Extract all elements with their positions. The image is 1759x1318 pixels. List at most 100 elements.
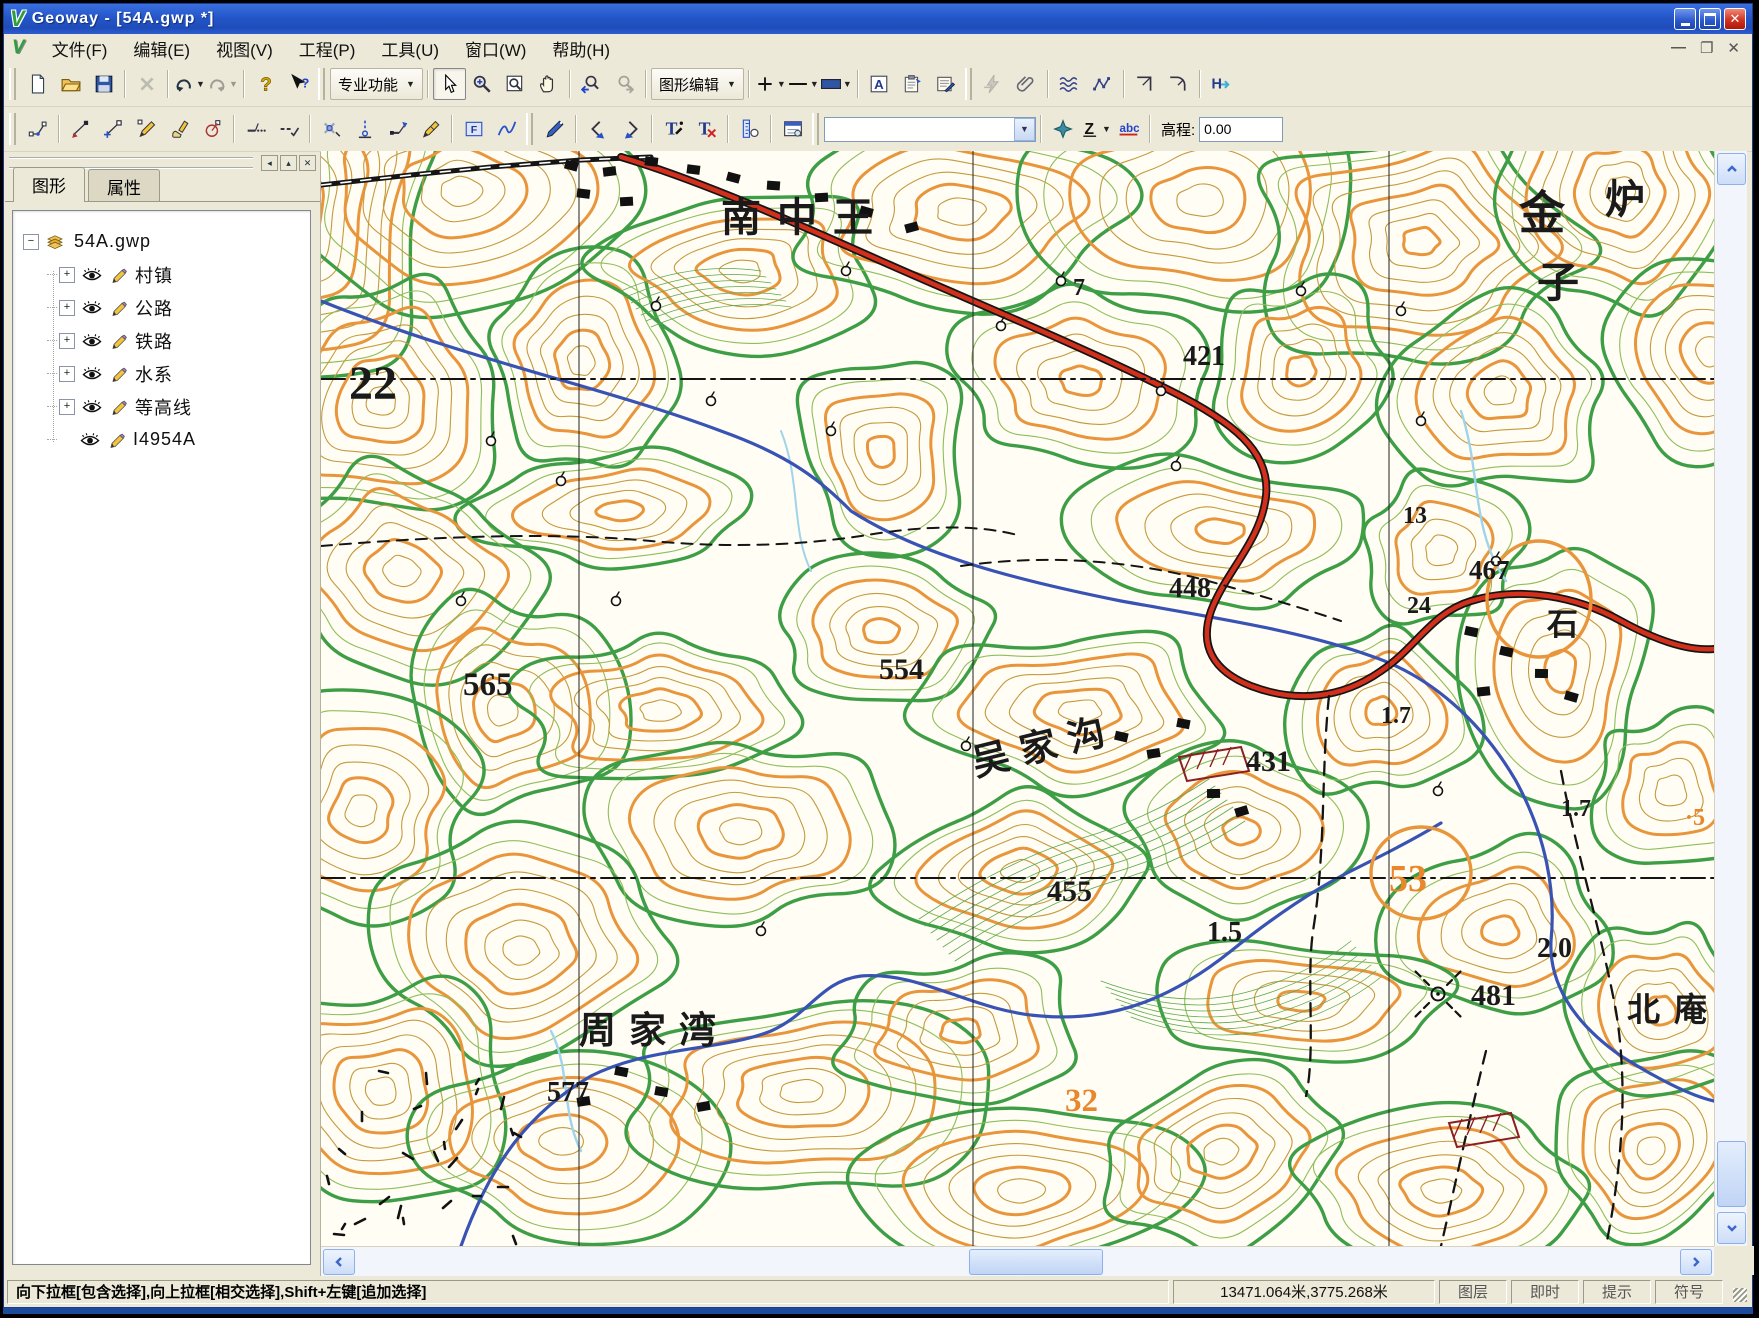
vscroll-thumb[interactable] (1717, 1141, 1746, 1207)
tree-layer-row-等高线[interactable]: +等高线 (23, 390, 306, 423)
prev-view-button[interactable] (575, 68, 608, 100)
resize-grip[interactable] (1727, 1280, 1749, 1304)
minimize-button[interactable] (1674, 8, 1696, 30)
tree-layer-row-公路[interactable]: +公路 (23, 291, 306, 324)
ink-pen-button[interactable] (538, 113, 571, 145)
pencil-icon[interactable] (109, 266, 127, 284)
h-shift-button[interactable]: H (1205, 68, 1238, 100)
tree-layer-row-I4954A[interactable]: I4954A (23, 423, 306, 456)
smooth-lines-button[interactable] (1053, 68, 1086, 100)
new-file-button[interactable] (21, 68, 54, 100)
dropdown-arrow-icon[interactable]: ▼ (196, 79, 205, 89)
eye-icon[interactable] (80, 365, 104, 382)
snap-point-button[interactable] (348, 113, 381, 145)
toolbar-grip[interactable] (965, 68, 972, 100)
select-tool-button[interactable] (433, 68, 466, 100)
dropdown-arrow-icon[interactable]: ▼ (1102, 124, 1111, 134)
toolbar-grip[interactable] (9, 113, 16, 145)
panel-close-button[interactable]: ✕ (299, 155, 316, 171)
tree-layer-row-村镇[interactable]: +村镇 (23, 258, 306, 291)
toolbar-grip[interactable] (9, 68, 16, 100)
link-button[interactable] (1010, 68, 1043, 100)
eye-icon[interactable] (80, 299, 104, 316)
undo-button[interactable]: ▼ (173, 68, 206, 100)
maximize-button[interactable] (1699, 8, 1721, 30)
mdi-close-button[interactable]: ✕ (1727, 39, 1740, 57)
point-style-button[interactable]: ▼ (754, 68, 787, 100)
dropdown-arrow-icon[interactable]: ▼ (406, 79, 415, 89)
tree-root-row[interactable]: −54A.gwp (23, 225, 306, 258)
arrow-extend-button[interactable] (381, 113, 414, 145)
graphic-edit-menu-button[interactable]: 图形编辑▼ (651, 68, 744, 100)
toolbar-grip[interactable] (318, 68, 325, 100)
pan-button[interactable] (532, 68, 565, 100)
context-help-button[interactable]: ? (282, 68, 315, 100)
pencil-icon[interactable] (107, 431, 125, 449)
open-file-button[interactable] (54, 68, 87, 100)
status-panel-2[interactable]: 即时 (1511, 1280, 1579, 1304)
hscroll-thumb[interactable] (969, 1249, 1103, 1275)
vertical-scrollbar[interactable] (1714, 151, 1747, 1246)
ruler-button[interactable] (733, 113, 766, 145)
text-style-button[interactable]: A (863, 68, 896, 100)
dropdown-arrow-icon[interactable]: ▼ (229, 79, 238, 89)
expand-box[interactable]: + (59, 267, 75, 283)
eye-icon[interactable] (78, 431, 102, 448)
expand-box[interactable]: + (59, 399, 75, 415)
curve-button[interactable] (490, 113, 523, 145)
panel-dock-left-button[interactable]: ◂ (261, 155, 278, 171)
pen-back-button[interactable] (581, 113, 614, 145)
panel-dock-up-button[interactable]: ▴ (280, 155, 297, 171)
pen-edit-button[interactable] (414, 113, 447, 145)
save-button[interactable] (87, 68, 120, 100)
dropdown-arrow-icon[interactable]: ▼ (810, 79, 819, 89)
eye-icon[interactable] (80, 332, 104, 349)
pencil-icon[interactable] (109, 365, 127, 383)
corner-round-button[interactable] (1162, 68, 1195, 100)
symbol-combo-box[interactable]: ▼ (824, 117, 1036, 142)
menu-item-5[interactable]: 工具(U) (368, 34, 452, 63)
menu-item-3[interactable]: 视图(V) (203, 34, 286, 63)
scroll-up-button[interactable] (1717, 153, 1746, 185)
help-button[interactable]: ? (249, 68, 282, 100)
pen-forward-button[interactable] (614, 113, 647, 145)
toolbar-grip[interactable] (812, 113, 819, 145)
line-style-button[interactable]: ▼ (787, 68, 820, 100)
frame-button[interactable]: F (457, 113, 490, 145)
professional-menu-button[interactable]: 专业功能▼ (330, 68, 423, 100)
text-delete-button[interactable]: T (690, 113, 723, 145)
annotation-button[interactable] (929, 68, 962, 100)
topographic-map[interactable]: 南中王金炉子224217448565554吴家沟43113467石241.71.… (321, 151, 1714, 1246)
line-trim-button[interactable] (272, 113, 305, 145)
dropdown-arrow-icon[interactable]: ▼ (777, 79, 786, 89)
scroll-right-button[interactable] (1680, 1249, 1712, 1275)
menu-item-4[interactable]: 工程(P) (286, 34, 369, 63)
attribute-button[interactable] (896, 68, 929, 100)
z-value-button[interactable]: Z▼ (1079, 113, 1112, 145)
table-window-button[interactable] (776, 113, 809, 145)
pen-node-button[interactable] (130, 113, 163, 145)
zoom-window-button[interactable] (499, 68, 532, 100)
brush-button[interactable] (163, 113, 196, 145)
elevation-input[interactable] (1199, 117, 1283, 142)
status-panel-4[interactable]: 符号 (1655, 1280, 1723, 1304)
pencil-icon[interactable] (109, 299, 127, 317)
corner-square-button[interactable] (1129, 68, 1162, 100)
node-delete-button[interactable] (315, 113, 348, 145)
close-button[interactable]: ✕ (1724, 8, 1746, 30)
menu-item-2[interactable]: 编辑(E) (120, 34, 203, 63)
menu-item-7[interactable]: 帮助(H) (539, 34, 623, 63)
snap-toggle-button[interactable] (1046, 113, 1079, 145)
expand-box[interactable]: + (59, 333, 75, 349)
pencil-icon[interactable] (109, 332, 127, 350)
node-edit-button[interactable] (21, 113, 54, 145)
tab-attributes[interactable]: 属性 (88, 169, 160, 202)
scroll-down-button[interactable] (1717, 1212, 1746, 1244)
mdi-minimize-button[interactable]: — (1671, 39, 1686, 57)
collapse-box[interactable]: − (23, 234, 39, 250)
vertex-add-button[interactable] (97, 113, 130, 145)
expand-box[interactable]: + (59, 300, 75, 316)
dropdown-arrow-icon[interactable]: ▼ (843, 79, 852, 89)
circle-node-button[interactable] (196, 113, 229, 145)
tree-layer-row-铁路[interactable]: +铁路 (23, 324, 306, 357)
